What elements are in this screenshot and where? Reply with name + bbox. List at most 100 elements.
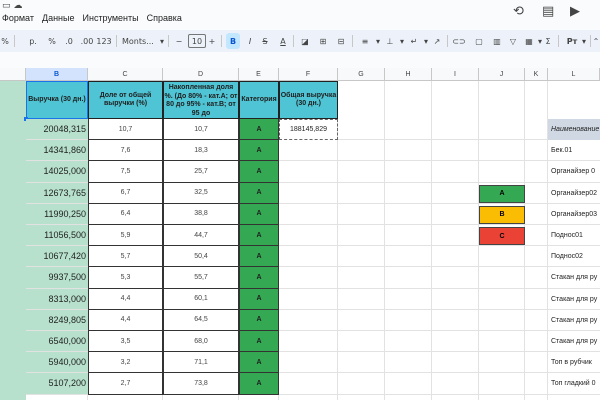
strikethrough-button[interactable]: S <box>259 30 271 52</box>
history-icon[interactable]: ⟲ <box>513 4 524 19</box>
cell-category[interactable]: A <box>239 140 279 162</box>
merge-cells-icon[interactable]: ⊟ <box>334 30 348 52</box>
input-tools-button[interactable]: Рт <box>564 30 580 52</box>
font-size-input[interactable]: 10 <box>188 34 206 48</box>
cell-cumulative-share[interactable]: 10,7 <box>163 119 239 141</box>
cell-total-revenue[interactable] <box>279 204 338 225</box>
cell-cumulative-share[interactable]: 71,1 <box>163 352 239 374</box>
cell-revenue[interactable]: 20048,315 <box>26 119 88 141</box>
cell-revenue-share[interactable]: 3,2 <box>88 352 163 374</box>
bold-button[interactable]: B <box>226 33 240 49</box>
column-header-b[interactable]: B <box>26 68 88 81</box>
column-header-j[interactable]: J <box>479 68 525 81</box>
column-header-d[interactable]: D <box>163 68 239 81</box>
increase-decimal-button[interactable]: .00 <box>79 30 95 52</box>
horizontal-align-icon[interactable]: ≡ <box>358 30 372 52</box>
menu-data[interactable]: Данные <box>42 13 75 23</box>
meet-icon[interactable]: ▶ <box>570 4 580 19</box>
header-revenue-share[interactable]: Доле от общей выручки (%) <box>88 81 163 119</box>
menu-format[interactable]: Формат <box>2 13 34 23</box>
cell-revenue-share[interactable]: 5,9 <box>88 225 163 247</box>
cell-total-revenue[interactable] <box>279 331 338 353</box>
fill-color-icon[interactable]: ◪ <box>298 30 312 52</box>
header-revenue[interactable]: Выручка (30 дн.) <box>26 81 88 119</box>
currency-format-button[interactable]: р. <box>26 30 40 52</box>
cell-total-revenue[interactable] <box>279 246 338 268</box>
cell-revenue[interactable]: 8313,000 <box>26 288 88 310</box>
wrap-chevron-icon[interactable]: ▾ <box>422 30 430 52</box>
cell-cumulative-share[interactable]: 68,0 <box>163 331 239 353</box>
cell-category[interactable]: A <box>239 288 279 310</box>
cell-cumulative-share[interactable]: 32,5 <box>163 182 239 204</box>
column-header-g[interactable]: G <box>338 68 385 81</box>
number-format-button[interactable]: 123 <box>96 30 111 52</box>
cell-total-revenue[interactable] <box>279 267 338 289</box>
spreadsheet-grid[interactable]: B C D E F G H I J K L Выручка (30 дн.) Доле от общей… <box>0 68 600 400</box>
cell-product-name[interactable]: Органайзер02 <box>548 183 600 204</box>
legend-category-a[interactable]: A <box>479 184 525 203</box>
cell-category[interactable]: A <box>239 203 279 225</box>
cell-product-name[interactable]: Стакан для ру <box>548 331 600 352</box>
cell-product-name[interactable]: Стакан для ру <box>548 267 600 288</box>
move-folder-icon[interactable]: ▭ <box>2 1 11 11</box>
valign-chevron-icon[interactable]: ▾ <box>398 30 406 52</box>
cell-category[interactable]: A <box>239 119 279 141</box>
cell-cumulative-share[interactable]: 18,3 <box>163 140 239 162</box>
cell-category[interactable]: A <box>239 352 279 374</box>
cell-product-name[interactable]: Топ в рубчик <box>548 352 600 373</box>
cell-total-revenue[interactable] <box>279 183 338 204</box>
font-chevron-icon[interactable]: ▾ <box>158 30 166 52</box>
column-header-f[interactable]: F <box>279 68 338 81</box>
cell-cumulative-share[interactable]: 50,4 <box>163 246 239 268</box>
header-total-revenue[interactable]: Общая выручка (30 дн.) <box>279 81 338 119</box>
cell-product-name[interactable]: Топ гладкий 0 <box>548 373 600 394</box>
cell-category[interactable]: A <box>239 373 279 395</box>
filter-icon[interactable]: ▽ <box>506 30 520 52</box>
collapse-toolbar-icon[interactable]: ⌃ <box>592 30 600 52</box>
cell-revenue[interactable]: 10677,420 <box>26 246 88 268</box>
column-header-c[interactable]: C <box>88 68 163 81</box>
cell-revenue-share[interactable]: 6,4 <box>88 203 163 225</box>
cell-revenue[interactable]: 14025,000 <box>26 161 88 183</box>
cell-category[interactable]: A <box>239 182 279 204</box>
cell-total-revenue[interactable] <box>279 289 338 310</box>
cell-product-name[interactable]: Наименование <box>548 119 600 141</box>
cell-revenue[interactable]: 8249,805 <box>26 309 88 331</box>
column-header-e[interactable]: E <box>239 68 279 81</box>
cell-revenue-share[interactable]: 2,7 <box>88 373 163 395</box>
cell-cumulative-share[interactable]: 60,1 <box>163 288 239 310</box>
header-category[interactable]: Категория <box>239 81 279 119</box>
menu-tools[interactable]: Инструменты <box>83 13 139 23</box>
insert-comment-icon[interactable]: ▢ <box>472 30 486 52</box>
column-header-l[interactable]: L <box>548 68 600 81</box>
cell-revenue[interactable]: 5107,200 <box>26 373 88 395</box>
cell-product-name[interactable]: Поднос02 <box>548 246 600 267</box>
text-color-button[interactable]: A <box>277 30 289 52</box>
font-size-increase-button[interactable]: + <box>207 30 217 52</box>
legend-category-c[interactable]: C <box>479 227 525 245</box>
column-header-k[interactable]: K <box>525 68 548 81</box>
header-cumulative-share[interactable]: Накопленная доля %. (До 80% - кат.А; от … <box>163 81 239 119</box>
insert-link-icon[interactable]: ⊂⊃ <box>452 30 466 52</box>
decrease-decimal-button[interactable]: .0 <box>62 30 76 52</box>
cell-category[interactable]: A <box>239 225 279 247</box>
vertical-align-icon[interactable]: ⊥ <box>384 30 396 52</box>
filter-views-icon[interactable]: ▦ <box>522 30 536 52</box>
cell-revenue-share[interactable]: 4,4 <box>88 288 163 310</box>
cell-product-name[interactable]: Органайзер 0 <box>548 161 600 182</box>
borders-icon[interactable]: ⊞ <box>316 30 330 52</box>
cell-cumulative-share[interactable]: 44,7 <box>163 225 239 247</box>
cell-cumulative-share[interactable]: 73,8 <box>163 373 239 395</box>
cell-revenue-share[interactable]: 5,3 <box>88 267 163 289</box>
cell-product-name[interactable]: Поднос01 <box>548 225 600 246</box>
font-size-decrease-button[interactable]: − <box>174 30 184 52</box>
menu-help[interactable]: Справка <box>147 13 182 23</box>
cell-revenue-share[interactable]: 10,7 <box>88 119 163 141</box>
percent-format-button[interactable]: % <box>46 30 58 52</box>
italic-button[interactable]: I <box>244 30 256 52</box>
cell-category[interactable]: A <box>239 309 279 331</box>
cell-category[interactable]: A <box>239 331 279 353</box>
cell-category[interactable]: A <box>239 161 279 183</box>
cell-total-revenue[interactable]: 188145,829 <box>279 119 338 141</box>
cell-cumulative-share[interactable]: 64,5 <box>163 309 239 331</box>
